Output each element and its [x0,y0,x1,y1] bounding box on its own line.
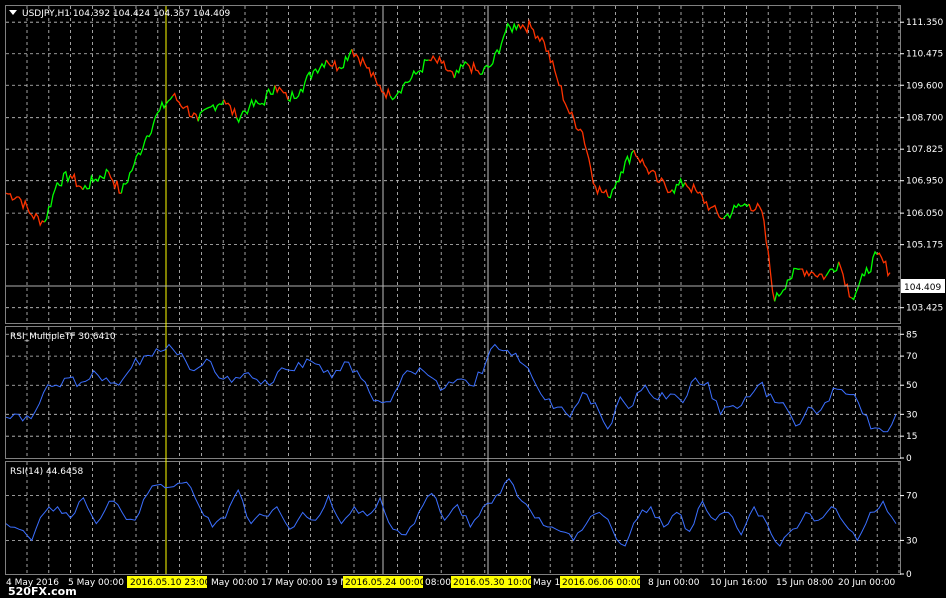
level-label: 0 [906,570,912,580]
level-label: 15 [906,432,917,442]
level-label: 85 [906,330,917,340]
price-label: 106.950 [906,177,943,187]
time-label: May 1 [533,578,560,588]
time-label: 15 Jun 08:00 [776,578,833,588]
time-label: 20 Jun 00:00 [838,578,895,588]
rsi-mtf-header: RSI_MultipleTF 30.6410 [10,332,116,342]
level-label: 50 [906,381,918,391]
watermark: 520FX.com [8,585,77,598]
time-label: 17 May 00:00 [261,578,323,588]
price-label: 103.425 [906,304,943,314]
level-label: 70 [906,352,918,362]
main-header: USDJPY,H1 104.392 104.424 104.357 104.40… [22,9,231,19]
time-label: 10 Jun 16:00 [710,578,767,588]
time-label: 8 Jun 00:00 [648,578,700,588]
time-label: 08:00 [425,578,451,588]
time-label: May 00:00 [211,578,259,588]
level-label: 0 [906,454,912,464]
price-label: 111.350 [906,18,943,28]
time-axis: 4 May 2016 5 May 00:00 2016.05.10 23:00 … [6,576,895,588]
price-label: 106.050 [906,209,943,219]
price-label: 109.600 [906,81,943,91]
rsi14-header: RSI(14) 44.6458 [10,467,83,477]
level-label: 70 [906,492,918,502]
level-label: 30 [906,536,918,546]
price-label: 105.175 [906,241,943,251]
time-highlight: 2016.06.06 00:00 [562,578,643,588]
price-label: 108.700 [906,114,943,124]
level-label: 30 [906,410,918,420]
current-price-label: 104.409 [904,283,941,293]
trading-chart[interactable]: 104.409 111.350 110.475 109.600 108.700 107.… [0,0,946,598]
price-label: 107.825 [906,145,943,155]
time-highlight: 2016.05.24 00:00 [345,578,426,588]
price-label: 110.475 [906,50,943,60]
time-highlight: 2016.05.10 23:00 [130,578,211,588]
time-highlight: 2016.05.30 10:00 [453,578,534,588]
